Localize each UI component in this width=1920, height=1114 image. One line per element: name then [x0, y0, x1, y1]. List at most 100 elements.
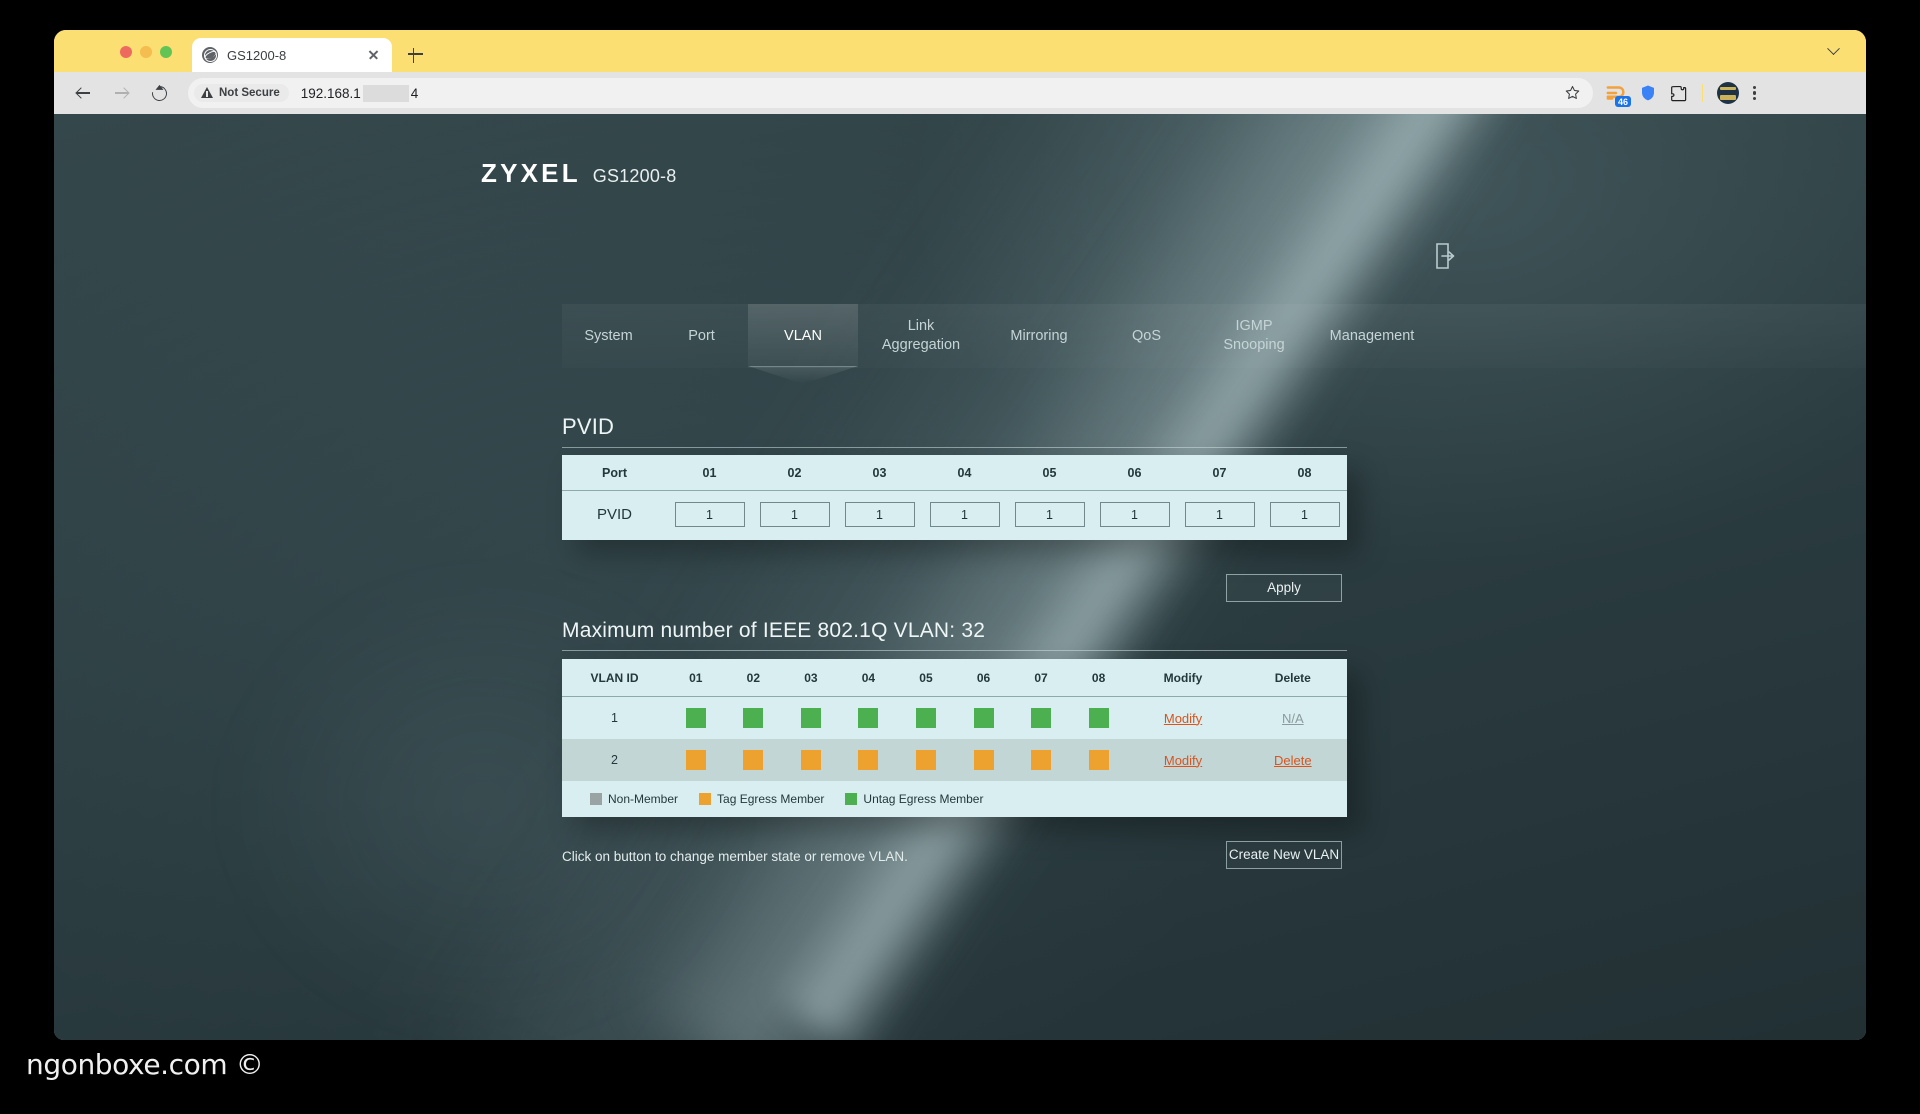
modify-link[interactable]: Modify — [1164, 711, 1202, 726]
delete-link[interactable]: Delete — [1274, 753, 1312, 768]
browser-tab[interactable]: GS1200-8 — [192, 38, 392, 72]
vlan-col-header-03: 03 — [782, 659, 840, 697]
legend-swatch-tag — [699, 793, 712, 805]
close-icon[interactable] — [366, 47, 382, 63]
nav-tab-label: VLAN — [784, 327, 822, 344]
pvid-input-port-07[interactable] — [1184, 502, 1255, 527]
nav-tab-link-aggregation[interactable]: Link Aggregation — [858, 304, 984, 368]
nav-tab-label: Port — [688, 327, 715, 344]
pvid-col-header-01: 01 — [667, 455, 752, 491]
vlan-id-cell: 2 — [611, 753, 618, 767]
vlan-modify-cell: Modify — [1127, 739, 1238, 781]
legend-label: Non-Member — [608, 792, 679, 806]
vlan-member-cell-port-08 — [1070, 697, 1128, 740]
logout-icon[interactable] — [1434, 242, 1458, 270]
member-state-chip-tag[interactable] — [858, 750, 879, 770]
window-close-button[interactable] — [120, 46, 132, 58]
pvid-section-title: PVID — [562, 414, 1347, 448]
pvid-input-port-05[interactable] — [1014, 502, 1085, 527]
window-maximize-button[interactable] — [160, 46, 172, 58]
modify-link[interactable]: Modify — [1164, 753, 1202, 768]
member-state-chip-untag[interactable] — [973, 708, 994, 728]
browser-tab-title: GS1200-8 — [227, 47, 287, 63]
window-minimize-button[interactable] — [140, 46, 152, 58]
nav-tab-vlan[interactable]: VLAN — [748, 304, 858, 368]
vlan-table-row: 1 Modify N/A — [562, 696, 1347, 740]
extension-badge-count: 46 — [1614, 96, 1631, 107]
member-state-chip-tag[interactable] — [1031, 750, 1052, 770]
pvid-table-panel: Port 01 02 03 04 05 06 07 08 PVID — [562, 455, 1347, 540]
pvid-input-port-06[interactable] — [1099, 502, 1170, 527]
pvid-col-header-02: 02 — [752, 455, 837, 491]
nav-tab-system[interactable]: System — [562, 304, 655, 368]
vlan-col-header-06: 06 — [954, 659, 1013, 697]
vlan-delete-cell: N/A — [1239, 697, 1347, 740]
address-bar[interactable]: Not Secure 192.168.1 4 — [188, 78, 1593, 108]
pvid-input-port-01[interactable] — [674, 502, 745, 527]
member-state-chip-tag[interactable] — [800, 750, 821, 770]
vlan-col-header-08: 08 — [1069, 659, 1128, 697]
desktop-background: GS1200-8 Not Secure 192.168.1 4 46 ZYXEL… — [0, 0, 1920, 1114]
url-prefix: 192.168.1 — [300, 85, 361, 101]
avatar[interactable] — [1717, 82, 1739, 104]
member-state-chip-tag[interactable] — [743, 750, 764, 770]
vlan-member-cell-port-02 — [725, 697, 783, 740]
vlan-member-cell-port-04 — [840, 739, 898, 781]
pvid-input-port-02[interactable] — [759, 502, 830, 527]
vlan-table-head: VLAN ID 01 02 03 04 05 06 07 08 Modify Delete — [562, 659, 1347, 697]
pvid-cell-06 — [1092, 491, 1177, 541]
pvid-input-port-08[interactable] — [1269, 502, 1340, 527]
nav-tab-mirroring[interactable]: Mirroring — [984, 304, 1094, 368]
pvid-cell-02 — [752, 491, 837, 541]
puzzle-extensions-icon[interactable] — [1669, 84, 1688, 103]
shield-extension-icon[interactable] — [1639, 83, 1657, 103]
vlan-member-cell-port-07 — [1012, 739, 1070, 781]
back-button[interactable] — [68, 78, 98, 108]
pvid-col-header-06: 06 — [1092, 455, 1177, 491]
vlan-member-cell-port-03 — [782, 697, 840, 740]
pvid-cell-04 — [922, 491, 1007, 541]
toolbar-divider — [1702, 84, 1703, 102]
member-state-chip-untag[interactable] — [800, 708, 821, 728]
nav-tab-port[interactable]: Port — [655, 304, 748, 368]
member-state-chip-untag[interactable] — [1031, 708, 1052, 728]
pvid-header-row: Port 01 02 03 04 05 06 07 08 — [562, 455, 1347, 491]
nav-tab-label: IGMP Snooping — [1223, 318, 1285, 353]
chevron-down-icon[interactable] — [1822, 40, 1844, 62]
member-state-chip-untag[interactable] — [685, 708, 706, 728]
watermark: ngonboxe.com © — [26, 1048, 264, 1081]
member-state-chip-tag[interactable] — [1088, 750, 1109, 770]
reload-button[interactable] — [144, 78, 174, 108]
member-state-chip-untag[interactable] — [743, 708, 764, 728]
member-state-chip-tag[interactable] — [973, 750, 994, 770]
feed-extension-icon[interactable]: 46 — [1605, 82, 1631, 107]
hint-text: Click on button to change member state o… — [562, 849, 908, 864]
vlan-member-cell-port-02 — [725, 739, 783, 781]
pvid-input-port-04[interactable] — [929, 502, 1000, 527]
create-new-vlan-button[interactable]: Create New VLAN — [1226, 841, 1342, 869]
member-state-chip-tag[interactable] — [685, 750, 706, 770]
vlan-id-cell: 1 — [611, 711, 618, 725]
member-state-chip-untag[interactable] — [1088, 708, 1109, 728]
nav-tab-qos[interactable]: QoS — [1094, 304, 1199, 368]
site-security-chip[interactable]: Not Secure — [194, 84, 289, 102]
nav-tab-igmp-snooping[interactable]: IGMP Snooping — [1199, 304, 1309, 368]
reload-icon — [148, 82, 170, 104]
member-state-chip-untag[interactable] — [858, 708, 879, 728]
pvid-input-port-03[interactable] — [844, 502, 915, 527]
member-state-chip-tag[interactable] — [915, 750, 936, 770]
vlan-col-header-vlan-id: VLAN ID — [562, 659, 667, 697]
member-state-chip-untag[interactable] — [915, 708, 936, 728]
bookmark-star-icon[interactable] — [1564, 84, 1581, 101]
new-tab-button[interactable] — [406, 44, 426, 64]
browser-window: GS1200-8 Not Secure 192.168.1 4 46 ZYXEL… — [54, 30, 1866, 1040]
forward-button[interactable] — [106, 78, 136, 108]
nav-tab-management[interactable]: Management — [1309, 304, 1435, 368]
pvid-cell-07 — [1177, 491, 1262, 541]
vlan-member-cell-port-01 — [667, 739, 725, 781]
apply-button[interactable]: Apply — [1226, 574, 1342, 602]
vlan-member-cell-port-07 — [1012, 697, 1070, 740]
browser-menu-button[interactable] — [1753, 83, 1757, 103]
vlan-legend-row: Non-Member Tag Egress Member Untag Egress … — [562, 781, 1347, 817]
pvid-col-header-port: Port — [562, 455, 667, 491]
